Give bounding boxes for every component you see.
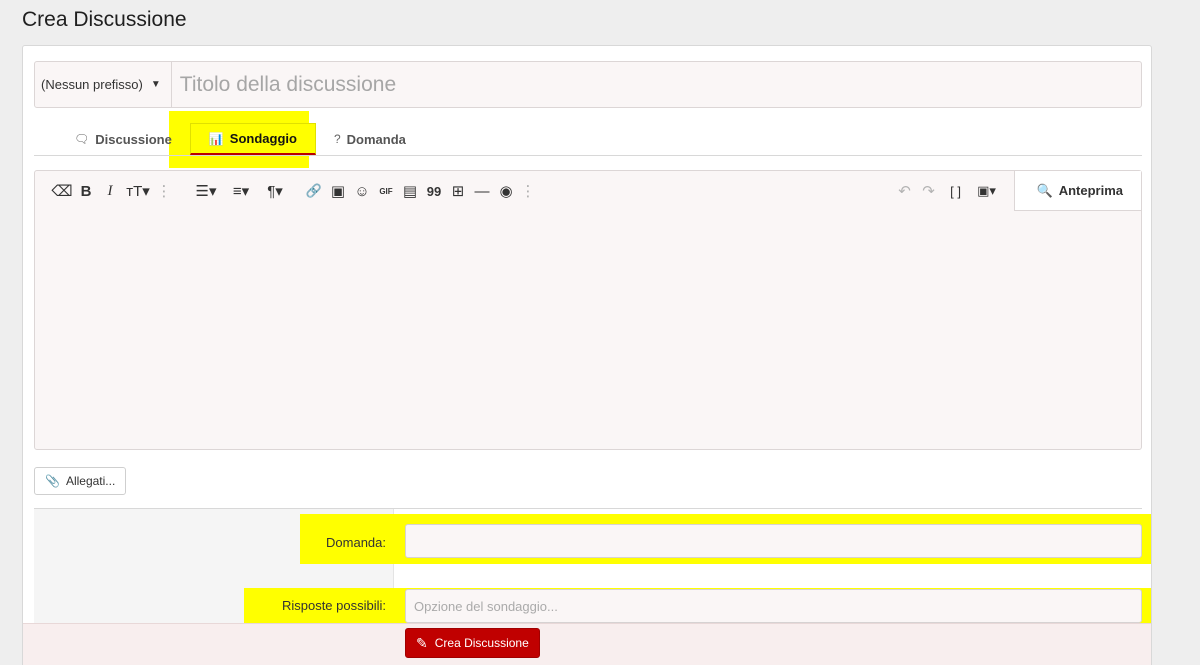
poll-option-input[interactable] [405, 589, 1142, 623]
horizontal-rule-icon[interactable]: — [471, 183, 493, 200]
paperclip-icon: 📎 [45, 474, 60, 488]
font-size-icon[interactable]: тT▾ [123, 182, 153, 200]
more-insert-icon[interactable]: ⋮ [519, 182, 537, 200]
responses-label: Risposte possibili: [281, 598, 386, 613]
tab-label: Domanda [346, 131, 406, 147]
preview-icon: 🔍 [1036, 182, 1053, 198]
preview-label: Anteprima [1058, 183, 1123, 198]
bold-icon[interactable]: B [75, 183, 97, 200]
paragraph-icon[interactable]: ¶▾ [259, 182, 291, 200]
thread-title-input[interactable] [171, 72, 1141, 97]
media-icon[interactable]: ▤ [399, 182, 421, 200]
edit-icon: ✎ [416, 634, 428, 651]
page-title: Crea Discussione [22, 8, 187, 31]
more-text-icon[interactable]: ⋮ [155, 182, 173, 200]
question-circle-icon: ? [333, 132, 341, 146]
editor-toolbar: ⌫ B I тT▾ ⋮ ☰▾ ≡▾ ¶▾ 🔗 ▣ ☺ GIF ▤ 99 ⊞ — … [35, 171, 1141, 211]
drafts-icon[interactable]: ▣▾ [972, 183, 1002, 199]
quote-icon[interactable]: 99 [423, 184, 445, 199]
message-editor[interactable]: ⌫ B I тT▾ ⋮ ☰▾ ≡▾ ¶▾ 🔗 ▣ ☺ GIF ▤ 99 ⊞ — … [34, 170, 1142, 450]
undo-icon[interactable]: ↶ [894, 182, 916, 200]
camera-icon[interactable]: ◉ [495, 182, 517, 200]
list-icon[interactable]: ☰▾ [189, 182, 223, 200]
title-row: (Nessun prefisso) ▼ [34, 61, 1142, 108]
chevron-down-icon: ▼ [150, 79, 161, 90]
brackets-icon[interactable]: [ ] [942, 184, 970, 199]
attachments-label: Allegati... [65, 474, 116, 488]
submit-label: Crea Discussione [434, 636, 529, 650]
tab-label: Discussione [95, 131, 172, 147]
prefix-dropdown[interactable]: (Nessun prefisso) ▼ [35, 62, 172, 107]
tab-sondaggio[interactable]: 📊 Sondaggio [189, 123, 316, 155]
prefix-label: (Nessun prefisso) [41, 77, 143, 92]
tab-label: Sondaggio [229, 131, 297, 146]
emoji-icon[interactable]: ☺ [351, 183, 373, 200]
italic-icon[interactable]: I [99, 183, 121, 200]
question-label: Domanda: [326, 535, 386, 550]
attachments-button[interactable]: 📎 Allegati... [34, 467, 127, 495]
align-icon[interactable]: ≡▾ [225, 182, 257, 200]
link-icon[interactable]: 🔗 [303, 183, 325, 199]
gif-icon[interactable]: GIF [375, 187, 397, 196]
image-icon[interactable]: ▣ [327, 182, 349, 200]
chat-bubbles-icon: 🗨 [74, 132, 90, 146]
preview-button[interactable]: 🔍 Anteprima [1013, 171, 1141, 211]
clear-format-icon[interactable]: ⌫ [51, 182, 73, 200]
thread-type-tabs: 🗨 Discussione 📊 Sondaggio ? Domanda [34, 123, 1142, 156]
redo-icon[interactable]: ↷ [918, 182, 940, 200]
tab-domanda[interactable]: ? Domanda [316, 123, 424, 155]
table-icon[interactable]: ⊞ [447, 182, 469, 200]
bar-chart-icon: 📊 [208, 131, 224, 146]
create-thread-form: (Nessun prefisso) ▼ 🗨 Discussione 📊 Sond… [22, 45, 1152, 665]
submit-bar [23, 623, 1151, 665]
tab-discussione[interactable]: 🗨 Discussione [56, 123, 190, 155]
create-thread-button[interactable]: ✎ Crea Discussione [405, 628, 540, 658]
question-input[interactable] [405, 524, 1142, 558]
